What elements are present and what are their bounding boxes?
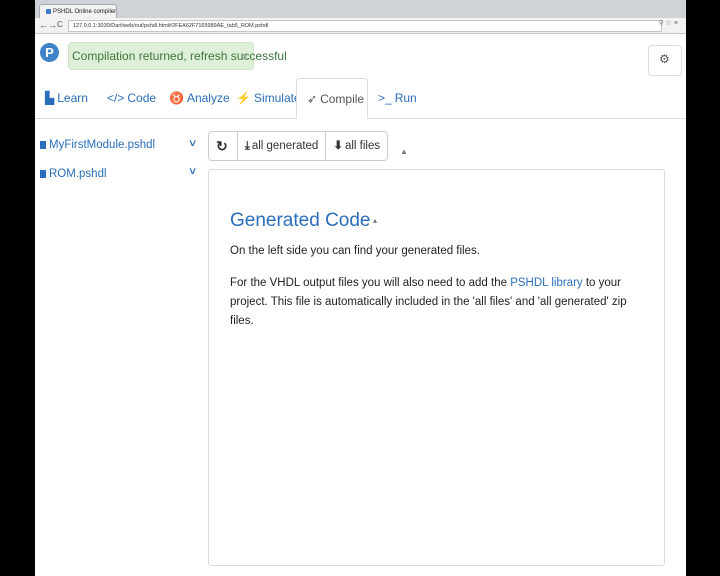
- tab-simulate[interactable]: ⚡ Simulate: [236, 78, 301, 118]
- rocket-icon: ➶: [307, 92, 318, 106]
- sidebar-file-myfirstmodule[interactable]: MyFirstModule.pshdl: [40, 139, 155, 151]
- main-tabs: ▙ Learn </> Code ♉ Analyze ⚡ Simulate ➶ Compi…: [35, 78, 686, 119]
- download-icon: ⤓: [244, 140, 250, 152]
- pshdl-logo: P: [40, 43, 59, 62]
- browser-tabstrip: PSHDL Online compiler: [35, 0, 686, 18]
- tab-compile[interactable]: ➶ Compile: [296, 78, 368, 119]
- tab-label: Simulate: [253, 91, 301, 105]
- file-name: ROM.pshdl: [49, 168, 107, 180]
- stethoscope-icon: ♉: [169, 91, 184, 105]
- reload-icon[interactable]: C: [57, 19, 63, 31]
- settings-button[interactable]: ⚙: [648, 45, 682, 76]
- browser-tab[interactable]: PSHDL Online compiler: [39, 4, 117, 18]
- tab-label: Analyze: [186, 91, 230, 105]
- tab-label: Run: [394, 91, 417, 105]
- browser-window: PSHDL Online compiler ← → C 127.0.0.1:30…: [35, 0, 686, 576]
- download-all-files-button[interactable]: ⬇ all files: [325, 131, 389, 161]
- download-all-generated-button[interactable]: ⤓ all generated: [236, 131, 327, 161]
- refresh-button[interactable]: ↻: [208, 131, 238, 161]
- bolt-icon: ⚡: [236, 91, 251, 105]
- alert-message: Compilation returned, refresh successful: [72, 49, 287, 63]
- back-icon[interactable]: ←: [39, 19, 48, 31]
- tab-label: Compile: [320, 92, 365, 106]
- button-label: all generated: [251, 140, 319, 152]
- pshdl-library-link[interactable]: PSHDL library: [510, 277, 582, 289]
- close-icon[interactable]: ×: [241, 44, 249, 70]
- chevron-down-icon[interactable]: ∨: [188, 138, 198, 149]
- chevron-down-icon[interactable]: ∨: [188, 166, 198, 177]
- tab-run[interactable]: >_ Run: [378, 78, 417, 118]
- tab-label: Code: [127, 91, 157, 105]
- library-note: For the VHDL output files you will also …: [230, 274, 650, 331]
- compile-toolbar: ↻ ⤓ all generated ⬇ all files: [208, 131, 389, 161]
- tab-analyze[interactable]: ♉ Analyze: [169, 78, 230, 118]
- success-alert: Compilation returned, refresh successful…: [68, 42, 287, 70]
- page-title: Generated Code: [230, 210, 371, 231]
- text-cursor-icon: ▴: [373, 216, 378, 225]
- browser-menu-icon[interactable]: ⚲ ☆ ≡: [659, 19, 678, 27]
- browser-tab-title: PSHDL Online compiler: [53, 9, 117, 15]
- refresh-icon: ↻: [216, 138, 228, 154]
- gear-icon: ⚙: [659, 52, 670, 66]
- cloud-download-icon: ⬇: [333, 140, 343, 152]
- terminal-icon: >_: [378, 91, 392, 105]
- file-icon: [40, 170, 46, 178]
- tab-code[interactable]: </> Code: [107, 78, 156, 118]
- file-icon: [40, 141, 46, 149]
- url-input[interactable]: 127.0.0.1:3030/Dart/web/out/pshdl.html#2…: [68, 20, 662, 32]
- favicon-icon: [46, 8, 51, 14]
- library-note-start: For the VHDL output files you will also …: [230, 277, 511, 289]
- book-icon: ▙: [45, 91, 55, 105]
- address-bar-row: ← → C 127.0.0.1:3030/Dart/web/out/pshdl.…: [35, 18, 686, 34]
- tab-learn[interactable]: ▙ Learn: [45, 78, 88, 118]
- file-name: MyFirstModule.pshdl: [49, 139, 156, 151]
- button-label: all files: [344, 140, 381, 152]
- tab-label: Learn: [57, 91, 88, 105]
- mouse-cursor-icon: ▲: [400, 147, 408, 156]
- generated-code-panel: Generated Code ▴ On the left side you ca…: [208, 169, 665, 566]
- forward-icon[interactable]: →: [48, 19, 57, 31]
- app-header: P Compilation returned, refresh successf…: [35, 34, 686, 78]
- sidebar-file-rom[interactable]: ROM.pshdl: [40, 168, 107, 180]
- code-icon: </>: [107, 91, 125, 105]
- intro-text: On the left side you can find your gener…: [230, 245, 480, 257]
